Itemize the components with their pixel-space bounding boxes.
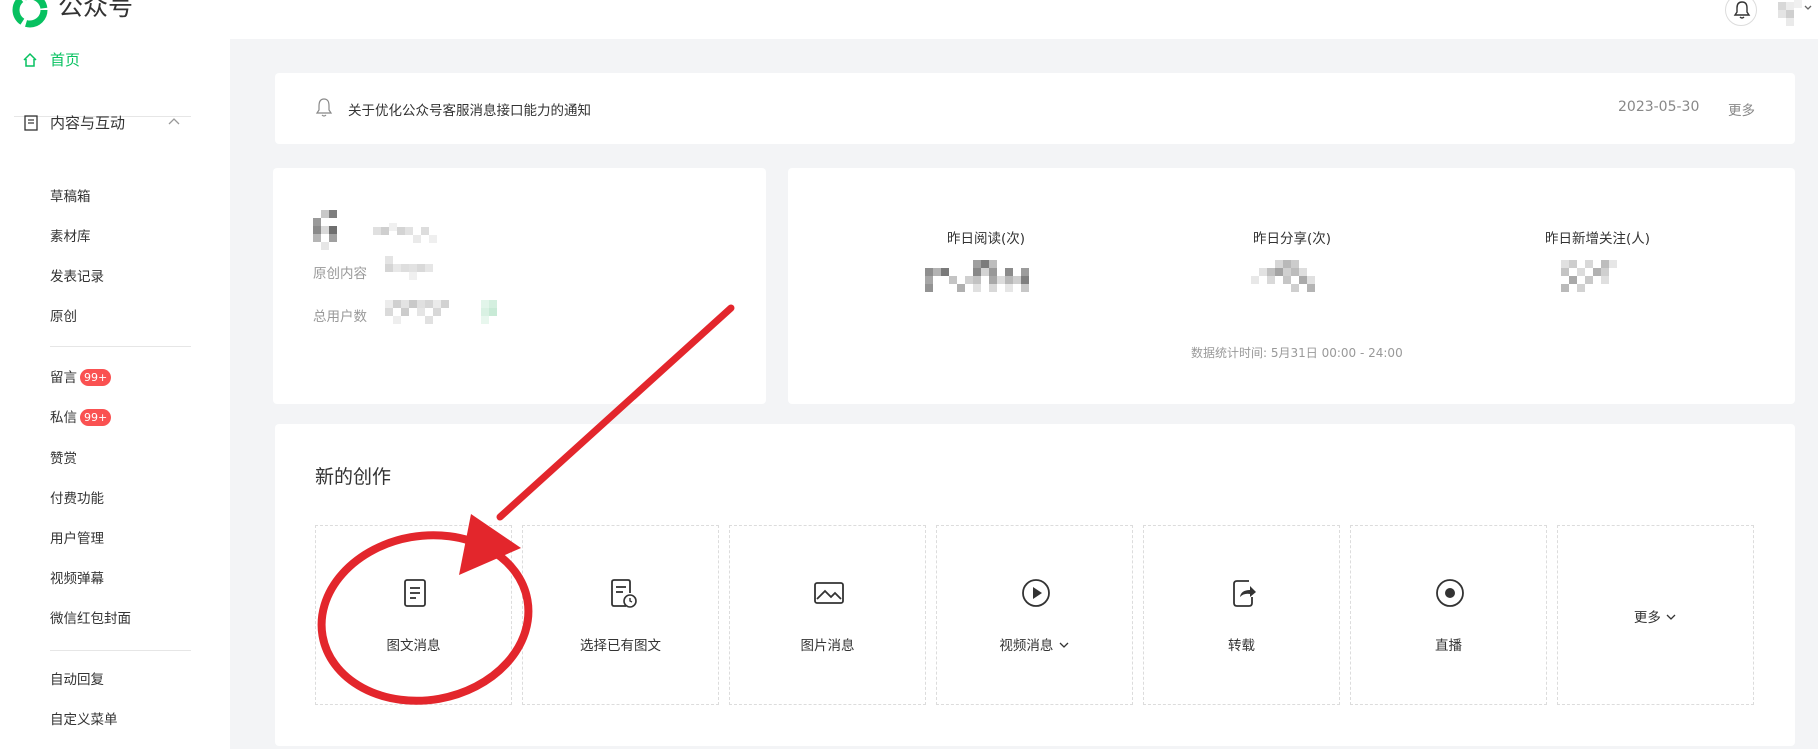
sidebar-item-drafts[interactable]: 草稿箱 (50, 187, 91, 207)
home-icon (23, 52, 37, 67)
sidebar-item-home[interactable]: 首页 (0, 45, 230, 75)
stat-shares-label: 昨日分享(次) (1253, 231, 1332, 247)
user-avatar[interactable] (1778, 0, 1812, 30)
total-users-label: 总用户数 (313, 309, 367, 325)
original-content-value-redacted (385, 256, 433, 280)
play-icon (1022, 579, 1050, 607)
tile-label-with-dropdown: 视频消息 (937, 634, 1132, 654)
document-icon (24, 115, 38, 131)
sidebar-item-user-management[interactable]: 用户管理 (50, 529, 104, 549)
sidebar-item-video-danmaku[interactable]: 视频弹幕 (50, 569, 104, 589)
sidebar (0, 39, 230, 749)
unread-badge: 99+ (80, 369, 112, 386)
notice-more-link[interactable]: 更多 (1728, 99, 1755, 119)
sidebar-item-label: 留言 (50, 370, 77, 386)
sidebar-item-materials[interactable]: 素材库 (50, 227, 91, 247)
tile-label-with-dropdown: 更多 (1558, 606, 1753, 626)
repost-button[interactable]: 转载 (1143, 525, 1340, 705)
app-title: 公众号 (58, 0, 134, 21)
article-clock-icon (611, 579, 637, 608)
notification-button[interactable] (1725, 0, 1757, 26)
sidebar-item-messages[interactable]: 私信 99+ (50, 408, 112, 428)
chevron-down-icon (1666, 614, 1676, 620)
article-icon (404, 579, 426, 607)
more-create-options-button[interactable]: 更多 (1557, 525, 1754, 705)
sidebar-divider (50, 346, 191, 347)
stats-card: 昨日阅读(次) 昨日分享(次) 昨日新增关注(人) 数据统计时间: 5月31日 … (788, 168, 1795, 404)
tile-label: 转载 (1228, 638, 1255, 654)
unread-badge: 99+ (80, 409, 112, 426)
sidebar-item-original[interactable]: 原创 (50, 307, 77, 327)
sidebar-home-label: 首页 (50, 51, 81, 69)
original-content-label: 原创内容 (313, 266, 367, 282)
total-users-value-redacted (385, 300, 497, 324)
account-name-redacted (373, 223, 437, 243)
stat-follows-label: 昨日新增关注(人) (1545, 231, 1651, 247)
image-icon (814, 582, 844, 604)
sidebar-group-content[interactable]: 内容与互动 (0, 108, 230, 138)
chevron-up-icon[interactable] (166, 114, 182, 130)
new-creation-card: 新的创作 图文消息 选择已有图文 图片消息 视频消息 转载 直播 更多 (275, 424, 1795, 746)
sidebar-item-paid-features[interactable]: 付费功能 (50, 489, 104, 509)
create-article-button[interactable]: 图文消息 (315, 525, 512, 705)
sidebar-item-red-packet-cover[interactable]: 微信红包封面 (50, 609, 131, 629)
account-avatar (313, 210, 337, 250)
notice-title[interactable]: 关于优化公众号客服消息接口能力的通知 (348, 99, 591, 119)
live-icon (1436, 579, 1464, 607)
stat-follows-value-redacted (1561, 260, 1617, 292)
sidebar-item-rewards[interactable]: 赞赏 (50, 449, 77, 469)
sidebar-item-label: 私信 (50, 410, 77, 426)
repost-icon (1233, 580, 1256, 607)
top-bar: 公众号 (0, 0, 1818, 39)
live-stream-button[interactable]: 直播 (1350, 525, 1547, 705)
bell-icon (315, 98, 333, 117)
chevron-down-icon[interactable] (1058, 640, 1070, 650)
wechat-logo-icon (12, 0, 48, 28)
select-existing-article-button[interactable]: 选择已有图文 (522, 525, 719, 705)
notice-date: 2023-05-30 (1618, 99, 1700, 115)
stat-reads-value-redacted (925, 260, 1029, 292)
create-image-message-button[interactable]: 图片消息 (729, 525, 926, 705)
tile-label: 直播 (1435, 638, 1462, 654)
tile-label: 图文消息 (386, 638, 441, 654)
section-heading: 新的创作 (315, 466, 392, 488)
sidebar-group-label: 内容与互动 (50, 114, 126, 132)
account-profile-card: 原创内容 总用户数 (273, 168, 766, 404)
tile-label: 图片消息 (800, 638, 855, 654)
sidebar-item-custom-menu[interactable]: 自定义菜单 (50, 710, 118, 730)
tile-label: 更多 (1633, 610, 1661, 626)
tile-label: 选择已有图文 (580, 638, 661, 654)
sidebar-divider (50, 650, 191, 651)
tile-label: 视频消息 (999, 638, 1054, 654)
sidebar-item-publish-records[interactable]: 发表记录 (50, 267, 104, 287)
bell-icon (1733, 1, 1751, 19)
stat-reads-label: 昨日阅读(次) (947, 231, 1026, 247)
sidebar-item-comments[interactable]: 留言 99+ (50, 368, 112, 388)
stat-shares-value-redacted (1251, 260, 1315, 292)
notice-card: 关于优化公众号客服消息接口能力的通知 2023-05-30 更多 (275, 73, 1795, 144)
sidebar-item-auto-reply[interactable]: 自动回复 (50, 670, 104, 690)
create-video-message-button[interactable]: 视频消息 (936, 525, 1133, 705)
stats-time-note: 数据统计时间: 5月31日 00:00 - 24:00 (1191, 346, 1403, 360)
